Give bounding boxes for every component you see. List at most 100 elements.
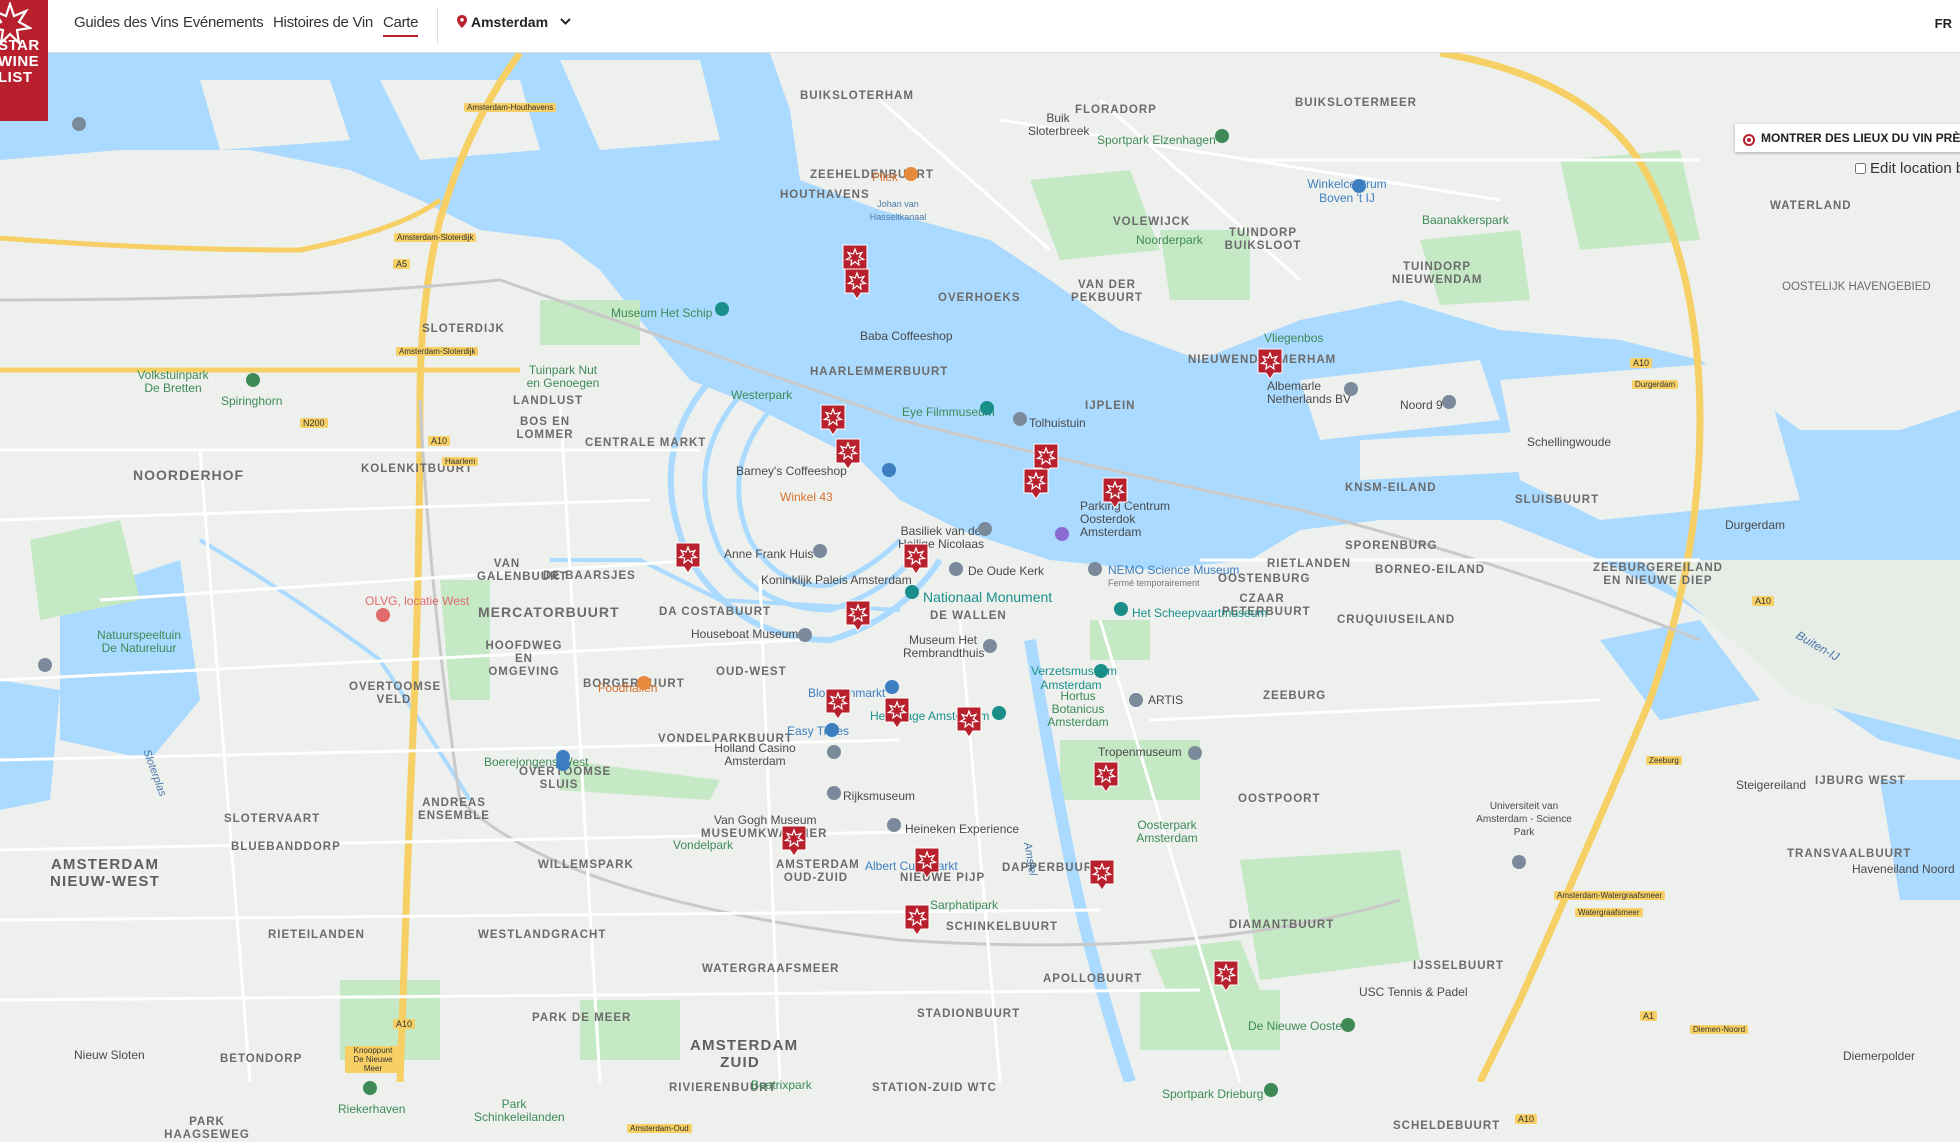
city-selector[interactable]: Amsterdam [457,14,571,30]
shopping-icon[interactable] [1352,179,1366,193]
museum-icon[interactable] [827,786,841,800]
poi-label: Sportpark Elzenhagen [1097,133,1216,147]
park-icon[interactable] [1341,1018,1355,1032]
food-icon[interactable] [904,167,918,181]
parking-icon[interactable] [1055,527,1069,541]
wine-venue-watergraafsmeer[interactable] [1213,960,1239,992]
map-canvas[interactable]: BUIKSLOTERHAM BUIKSLOTERMEER FLORADORP Z… [0,53,1960,1141]
poi-icon[interactable] [1013,412,1027,426]
show-nearby-label: MONTRER DES LIEUX DU VIN PRÈS DE CHEZ MO… [1761,131,1960,145]
wine-venue-amstel[interactable] [956,706,982,738]
wine-star-pin-icon [1257,348,1283,380]
map-label: STADIONBUURT [917,1008,1021,1020]
star-wine-list-logo[interactable]: STAR WINE LIST [0,0,48,121]
poi-icon[interactable] [1442,395,1456,409]
wine-venue-nieuwendammerham[interactable] [1257,348,1283,380]
park-icon[interactable] [1215,129,1229,143]
museum-icon[interactable] [715,302,729,316]
nav-events[interactable]: Evénements [183,14,264,31]
wine-venue-oosterdok-2[interactable] [1023,468,1049,500]
wine-venue-bloemenmarkt[interactable] [845,600,871,632]
museum-icon[interactable] [1188,746,1202,760]
wine-venue-oosterpark[interactable] [1093,761,1119,793]
wine-venue-jordaan-north[interactable] [835,438,861,470]
map-label-large: AMSTERDAM NIEUW-WEST [49,856,161,890]
museum-icon[interactable] [980,401,994,415]
edit-location-toggle[interactable]: Edit location box [1855,160,1960,177]
map-label: IJSSELBUURT [1413,960,1504,972]
wine-venue-sarphatipark[interactable] [914,847,940,879]
map-label: PARK DE MEER [532,1012,632,1024]
museum-icon[interactable] [887,818,901,832]
shopping-icon[interactable] [885,680,899,694]
map-label: VAN DER PEKBUURT [1071,279,1143,304]
monument-icon[interactable] [905,585,919,599]
wine-venue-de-baarsjes[interactable] [675,542,701,574]
poi-label: Heineken Experience [905,822,1020,836]
road-shield: Amsterdam-Sloterdijk [394,233,477,242]
museum-icon[interactable] [983,639,997,653]
church-icon[interactable] [978,522,992,536]
nav-wine-stories[interactable]: Histoires de Vin [273,14,373,31]
shopping-icon[interactable] [882,463,896,477]
church-icon[interactable] [949,562,963,576]
museum-icon[interactable] [1114,602,1128,616]
shopping-icon[interactable] [556,757,570,771]
map-label: IJBURG WEST [1815,775,1906,787]
nav-wine-guides[interactable]: Guides des Vins [74,14,179,31]
wine-venue-de-pijp[interactable] [904,904,930,936]
poi-label: Rijksmuseum [843,789,916,803]
wine-venue-houthavens-2[interactable] [844,268,870,300]
wine-venue-haarlemmerbuurt[interactable] [820,404,846,436]
poi-label: Winkelcentrum Boven 't IJ [1307,177,1387,205]
wine-star-pin-icon [1093,761,1119,793]
edit-location-label: Edit location box [1870,160,1960,177]
park-icon[interactable] [363,1081,377,1095]
food-icon[interactable] [637,676,651,690]
map-label: ZEEBURGEREILAND EN NIEUWE DIEP [1592,562,1723,587]
wine-venue-de-wallen[interactable] [903,543,929,575]
museum-icon[interactable] [798,628,812,642]
poi-label: Easy Times [787,724,850,738]
road-shield: A10 [393,1019,416,1029]
edit-location-checkbox[interactable] [1855,163,1866,174]
map-label: CRUQUIUSEILAND [1337,614,1456,626]
museum-icon[interactable] [813,544,827,558]
map-label: SPORENBURG [1345,540,1438,552]
poi-label: Volkstuinpark De Bretten [137,368,209,395]
poi-label: Noord 9 [1400,398,1443,412]
poi-label: Museum Het Schip [611,306,713,320]
wine-venue-spiegelgracht[interactable] [825,688,851,720]
show-nearby-button[interactable]: MONTRER DES LIEUX DU VIN PRÈS DE CHEZ MO… [1735,124,1960,152]
shopping-icon[interactable] [825,723,839,737]
wine-star-pin-icon [914,847,940,879]
poi-label: Baba Coffeeshop [860,329,953,343]
park-icon[interactable] [1264,1083,1278,1097]
poi-icon[interactable] [38,658,52,672]
map-label: SCHELDEBUURT [1393,1120,1501,1132]
language-selector[interactable]: FR [1935,16,1952,31]
map-label: CENTRALE MARKT [585,437,707,449]
hospital-icon[interactable] [376,608,390,622]
museum-icon[interactable] [1094,664,1108,678]
map-label: PARK HAAGSEWEG [164,1116,250,1141]
wine-venue-utrechtsestraat[interactable] [884,697,910,729]
poi-label: Baanakkerspark [1422,213,1509,227]
zoo-icon[interactable] [1129,693,1143,707]
museum-icon[interactable] [1088,562,1102,576]
university-icon[interactable] [1512,855,1526,869]
nav-map[interactable]: Carte [383,14,418,37]
poi-label: Durgerdam [1725,518,1786,532]
park-icon[interactable] [246,373,260,387]
wine-venue-museumkwartier[interactable] [781,825,807,857]
poi-icon[interactable] [72,117,86,131]
wine-venue-nemo[interactable] [1102,477,1128,509]
wine-venue-transvaal[interactable] [1089,859,1115,891]
museum-icon[interactable] [992,706,1006,720]
map-label: SLOTERDIJK [422,323,505,335]
poi-label: Holland Casino Amsterdam [714,741,796,768]
poi-icon[interactable] [1344,382,1358,396]
map-label: BORNEO-EILAND [1375,564,1486,576]
museum-icon[interactable] [827,745,841,759]
road-shield: Amsterdam-Watergraafsmeer [1554,891,1666,900]
